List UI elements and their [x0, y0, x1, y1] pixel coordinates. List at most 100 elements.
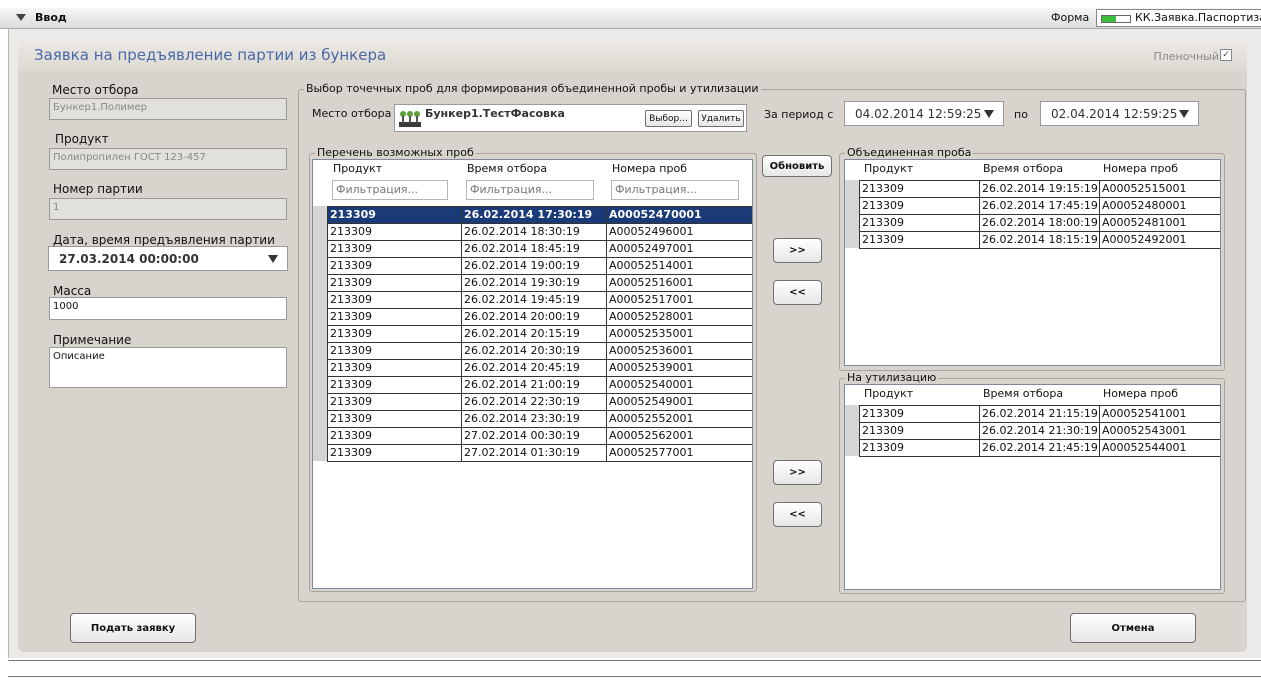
row-gutter — [313, 206, 327, 461]
table-cell: A00052497001 — [609, 242, 694, 255]
column-header[interactable]: Продукт — [864, 387, 913, 400]
form-selector[interactable]: КК.Заявка.Паспортизаци — [1096, 9, 1261, 27]
place-label: Место отбора — [52, 83, 139, 97]
row-gutter — [845, 405, 859, 456]
table-cell: 26.02.2014 18:00:19 — [980, 215, 1100, 231]
table-row[interactable]: 213309 26.02.2014 23:30:19 A00052552001 — [328, 411, 752, 428]
table-row[interactable]: 213309 26.02.2014 19:00:19 A00052514001 — [328, 258, 752, 275]
column-header[interactable]: Номера проб — [1103, 387, 1178, 400]
table-cell: 213309 — [860, 198, 980, 214]
section-title: Ввод — [35, 11, 67, 24]
table-row[interactable]: 213309 26.02.2014 18:45:19 A00052497001 — [328, 241, 752, 258]
table-cell: 213309 — [860, 181, 980, 197]
form-name: КК.Заявка.Паспортизаци — [1135, 11, 1261, 24]
table-cell: 26.02.2014 20:30:19 — [462, 343, 607, 359]
refresh-button[interactable]: Обновить — [762, 155, 832, 177]
filter-number-input[interactable]: Фильтрация... — [611, 180, 739, 200]
table-row[interactable]: 213309 26.02.2014 20:15:19 A00052535001 — [328, 326, 752, 343]
column-header[interactable]: Время отбора — [983, 162, 1063, 175]
request-panel: Заявка на предъявление партии из бункера… — [18, 40, 1247, 652]
table-row[interactable]: 213309 27.02.2014 00:30:19 A00052562001 — [328, 428, 752, 445]
table-row[interactable]: 213309 26.02.2014 18:00:19 A00052481001 — [860, 215, 1220, 232]
column-header[interactable]: Продукт — [333, 162, 382, 175]
column-header[interactable]: Продукт — [864, 162, 913, 175]
selection-group-label: Выбор точечных проб для формирования объ… — [304, 82, 761, 95]
table-cell: 26.02.2014 23:30:19 — [462, 411, 607, 427]
add-to-combined-button[interactable]: >> — [773, 238, 822, 263]
table-row[interactable]: 213309 26.02.2014 18:30:19 A00052496001 — [328, 224, 752, 241]
chevron-down-icon — [984, 110, 994, 118]
table-cell: A00052535001 — [609, 327, 694, 340]
column-header[interactable]: Номера проб — [612, 162, 687, 175]
available-grid[interactable]: Продукт Время отбора Номера проб Фильтра… — [312, 159, 753, 589]
table-cell: A00052470001 — [609, 208, 702, 221]
period-from-select[interactable]: 04.02.2014 12:59:25 — [844, 101, 1004, 126]
submit-button[interactable]: Подать заявку — [70, 613, 196, 643]
column-header[interactable]: Время отбора — [467, 162, 547, 175]
table-cell: 213309 — [328, 224, 462, 240]
product-field[interactable]: Полипропилен ГОСТ 123-457 — [49, 148, 287, 170]
add-to-disposal-button[interactable]: >> — [773, 460, 822, 485]
filter-time-input[interactable]: Фильтрация... — [466, 180, 594, 200]
table-row[interactable]: 213309 26.02.2014 20:00:19 A00052528001 — [328, 309, 752, 326]
table-cell: 26.02.2014 21:45:19 — [980, 440, 1100, 456]
table-cell: A00052480001 — [1102, 199, 1187, 212]
table-cell: 213309 — [860, 440, 980, 456]
table-row[interactable]: 213309 26.02.2014 19:30:19 A00052516001 — [328, 275, 752, 292]
product-label: Продукт — [55, 132, 109, 146]
table-row[interactable]: 213309 26.02.2014 21:15:19 A00052541001 — [860, 406, 1220, 423]
to-label: по — [1014, 108, 1028, 121]
chevron-down-icon — [1179, 110, 1189, 118]
disposal-grid[interactable]: Продукт Время отбора Номера проб 213309 2… — [844, 384, 1221, 590]
top-bar: Ввод Форма КК.Заявка.Паспортизаци — [0, 8, 1261, 29]
filter-product-input[interactable]: Фильтрация... — [332, 180, 448, 200]
table-cell: 213309 — [328, 275, 462, 291]
table-cell: 213309 — [328, 377, 462, 393]
choose-button[interactable]: Выбор... — [645, 110, 692, 127]
note-field[interactable]: Описание — [49, 347, 287, 388]
remove-from-disposal-button[interactable]: << — [773, 502, 822, 527]
table-row[interactable]: 213309 27.02.2014 01:30:19 A00052577001 — [328, 445, 752, 462]
date-label: Дата, время предъявления партии — [53, 233, 275, 247]
table-cell: 26.02.2014 17:30:19 — [462, 207, 607, 223]
period-to-select[interactable]: 02.04.2014 12:59:25 — [1040, 101, 1199, 126]
combined-group-label: Объединенная проба — [845, 146, 974, 159]
table-row[interactable]: 213309 26.02.2014 20:45:19 A00052539001 — [328, 360, 752, 377]
table-cell: A00052517001 — [609, 293, 694, 306]
lot-field[interactable]: 1 — [49, 198, 287, 220]
mass-field[interactable]: 1000 — [49, 297, 287, 320]
selection-place-field[interactable]: Бункер1.ТестФасовка — [394, 104, 747, 132]
cancel-button[interactable]: Отмена — [1070, 613, 1196, 643]
table-row[interactable]: 213309 26.02.2014 22:30:19 A00052549001 — [328, 394, 752, 411]
table-row[interactable]: 213309 26.02.2014 20:30:19 A00052536001 — [328, 343, 752, 360]
table-cell: 26.02.2014 19:15:19 — [980, 181, 1100, 197]
film-checkbox[interactable]: ✓ — [1220, 49, 1232, 61]
delete-button[interactable]: Удалить — [698, 110, 744, 127]
chevron-down-icon — [268, 255, 278, 263]
remove-from-combined-button[interactable]: << — [773, 280, 822, 305]
date-select[interactable]: 27.03.2014 00:00:00 — [48, 246, 288, 271]
table-cell: 213309 — [328, 360, 462, 376]
table-row[interactable]: 213309 26.02.2014 17:45:19 A00052480001 — [860, 198, 1220, 215]
column-header[interactable]: Время отбора — [983, 387, 1063, 400]
combined-grid[interactable]: Продукт Время отбора Номера проб 213309 2… — [844, 159, 1221, 366]
table-cell: 26.02.2014 21:30:19 — [980, 423, 1100, 439]
table-cell: 213309 — [328, 445, 462, 461]
collapse-triangle-icon[interactable] — [16, 14, 26, 21]
table-row[interactable]: 213309 26.02.2014 17:30:19 A00052470001 — [328, 207, 752, 224]
table-row[interactable]: 213309 26.02.2014 19:15:19 A00052515001 — [860, 181, 1220, 198]
place-field[interactable]: Бункер1.Полимер — [49, 98, 287, 120]
table-row[interactable]: 213309 26.02.2014 18:15:19 A00052492001 — [860, 232, 1220, 249]
table-row[interactable]: 213309 26.02.2014 19:45:19 A00052517001 — [328, 292, 752, 309]
table-cell: A00052514001 — [609, 259, 694, 272]
disposal-group-label: На утилизацию — [845, 371, 939, 384]
table-row[interactable]: 213309 26.02.2014 21:00:19 A00052540001 — [328, 377, 752, 394]
selection-place-label: Место отбора — [312, 107, 392, 120]
table-cell: 213309 — [328, 309, 462, 325]
table-cell: 26.02.2014 20:00:19 — [462, 309, 607, 325]
note-label: Примечание — [53, 333, 132, 347]
table-row[interactable]: 213309 26.02.2014 21:45:19 A00052544001 — [860, 440, 1220, 457]
table-cell: 26.02.2014 20:45:19 — [462, 360, 607, 376]
table-row[interactable]: 213309 26.02.2014 21:30:19 A00052543001 — [860, 423, 1220, 440]
column-header[interactable]: Номера проб — [1103, 162, 1178, 175]
